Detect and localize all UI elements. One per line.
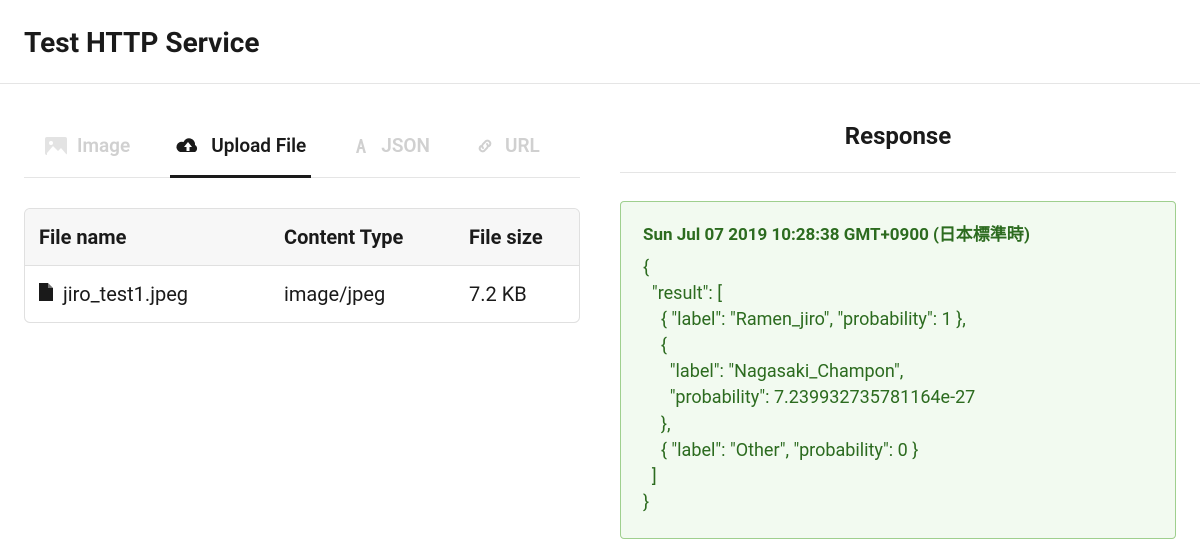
col-header-filename: File name bbox=[25, 209, 270, 265]
image-icon bbox=[45, 137, 67, 155]
request-mode-tabs: Image Upload File JSON URL bbox=[24, 116, 580, 178]
tab-json-label: JSON bbox=[381, 134, 430, 157]
file-icon bbox=[39, 282, 53, 306]
tab-image[interactable]: Image bbox=[40, 116, 135, 178]
cloud-upload-icon bbox=[175, 137, 201, 155]
col-header-file-size: File size bbox=[455, 209, 579, 265]
tab-upload-label: Upload File bbox=[211, 134, 306, 157]
response-body: { "result": [ { "label": "Ramen_jiro", "… bbox=[643, 255, 1153, 516]
files-table-header: File name Content Type File size bbox=[25, 209, 579, 266]
cell-content-type: image/jpeg bbox=[270, 266, 455, 322]
tab-image-label: Image bbox=[77, 134, 130, 157]
tab-url[interactable]: URL bbox=[470, 116, 545, 178]
tab-json[interactable]: JSON bbox=[346, 116, 435, 178]
font-icon bbox=[351, 137, 371, 155]
cell-filename: jiro_test1.jpeg bbox=[25, 266, 270, 322]
table-row[interactable]: jiro_test1.jpeg image/jpeg 7.2 KB bbox=[25, 266, 579, 322]
col-header-content-type: Content Type bbox=[270, 209, 455, 265]
response-heading: Response bbox=[620, 122, 1176, 173]
response-box: Sun Jul 07 2019 10:28:38 GMT+0900 (日本標準時… bbox=[620, 201, 1176, 539]
request-panel: Image Upload File JSON URL bbox=[24, 84, 610, 539]
response-timestamp: Sun Jul 07 2019 10:28:38 GMT+0900 (日本標準時… bbox=[643, 220, 1153, 245]
tab-upload-file[interactable]: Upload File bbox=[170, 116, 311, 178]
link-icon bbox=[475, 136, 495, 156]
page-title: Test HTTP Service bbox=[0, 0, 1200, 84]
cell-file-size: 7.2 KB bbox=[455, 266, 579, 322]
cell-filename-text: jiro_test1.jpeg bbox=[63, 282, 188, 306]
tab-url-label: URL bbox=[505, 134, 540, 157]
response-panel: Response Sun Jul 07 2019 10:28:38 GMT+09… bbox=[610, 84, 1176, 539]
files-table: File name Content Type File size jiro_te… bbox=[24, 208, 580, 323]
